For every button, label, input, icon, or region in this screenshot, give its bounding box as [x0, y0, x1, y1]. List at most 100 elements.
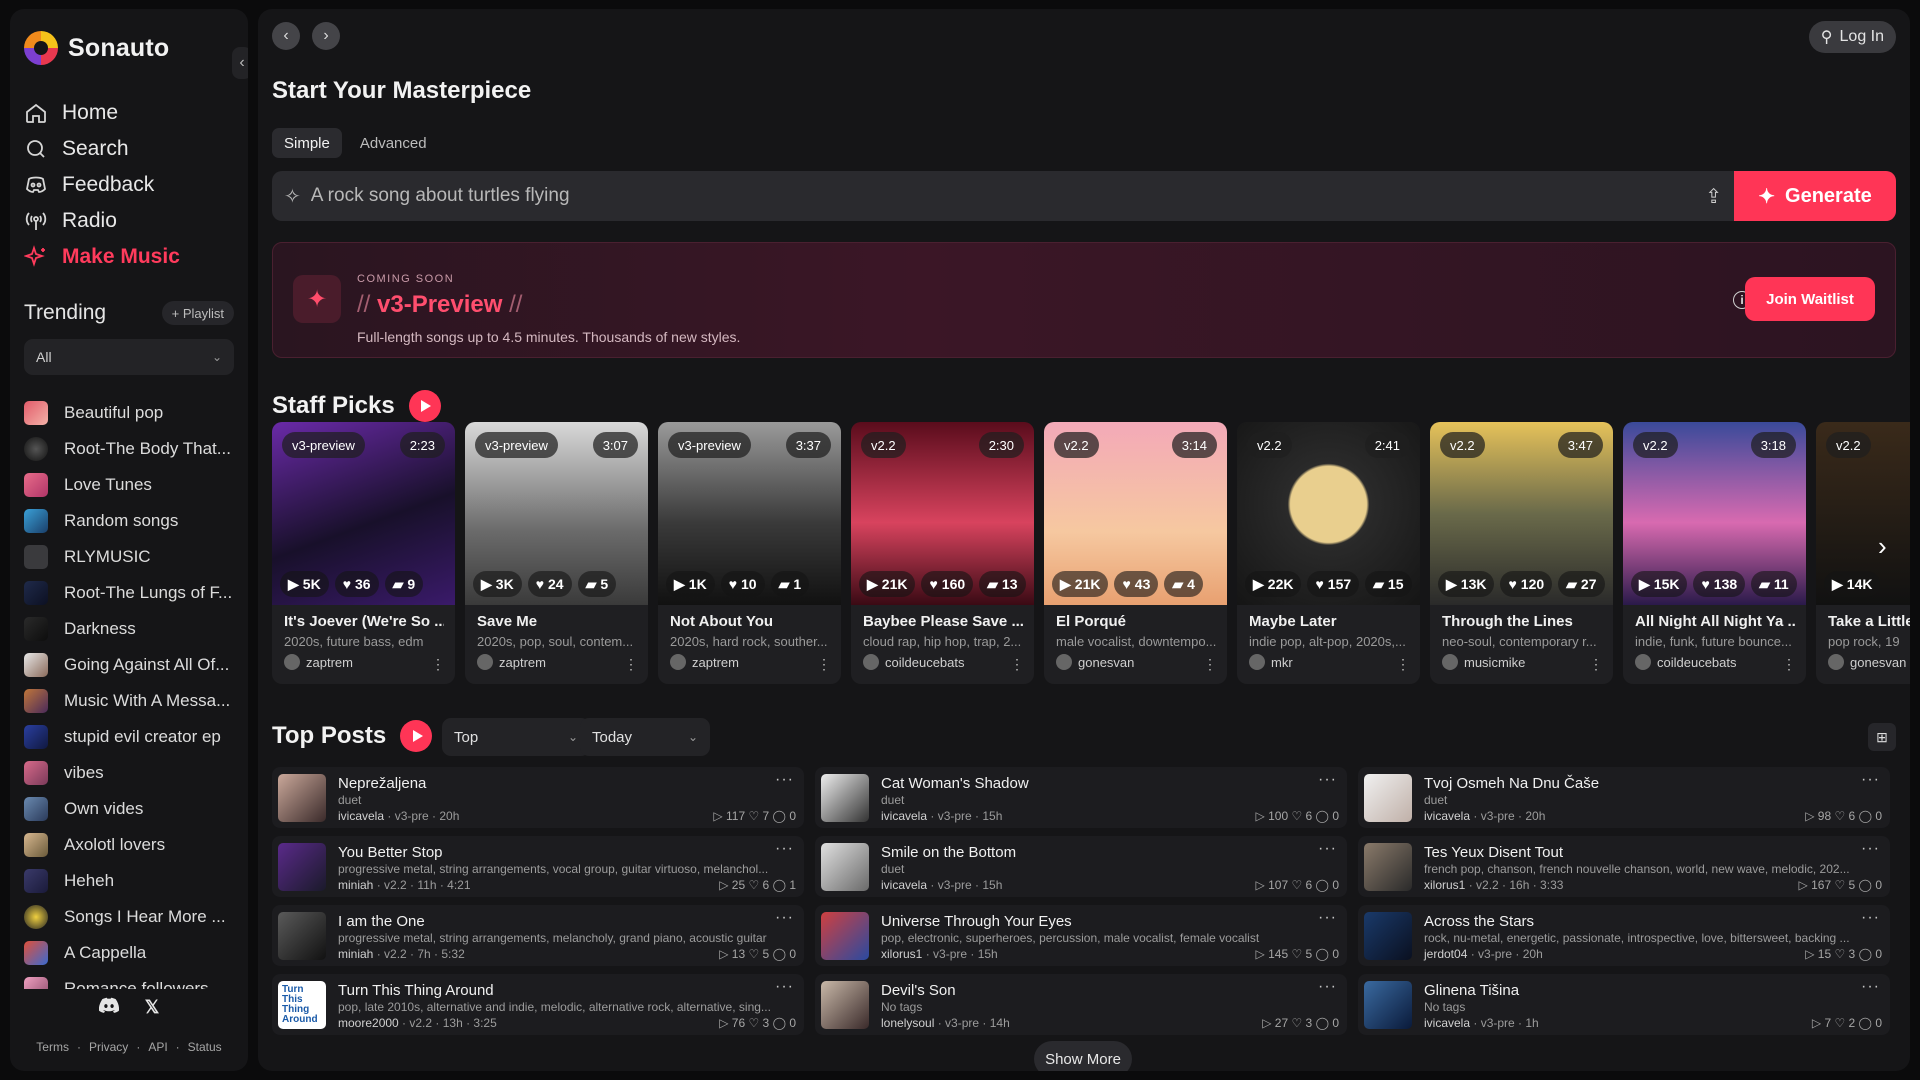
song-card[interactable]: v2.2 ▶ 14K Take a Little pop rock, 19 gonesva… — [1816, 422, 1910, 684]
more-options-icon[interactable]: ⋮ — [1396, 656, 1410, 673]
more-options-icon[interactable]: ⋮ — [624, 656, 638, 673]
post-row[interactable]: Glinena Tišina No tags ivicavela · v3-pre … — [1358, 974, 1890, 1035]
post-author[interactable]: xilorus1 — [1424, 878, 1465, 892]
song-author[interactable]: coildeucebats — [863, 654, 965, 670]
song-author[interactable]: zaptrem — [477, 654, 546, 670]
forward-button[interactable]: › — [312, 22, 340, 50]
post-author[interactable]: miniah — [338, 947, 373, 961]
post-row[interactable]: Across the Stars rock, nu-metal, energeti… — [1358, 905, 1890, 966]
trending-item[interactable]: Root-The Lungs of F... — [24, 575, 244, 611]
post-title[interactable]: Devil's Son — [881, 982, 956, 999]
more-options-icon[interactable]: ··· — [1861, 978, 1880, 996]
song-title[interactable]: Maybe Later — [1249, 613, 1409, 630]
song-cover[interactable]: v2.2 ▶ 14K — [1816, 422, 1910, 605]
more-options-icon[interactable]: ··· — [775, 771, 794, 789]
collapse-sidebar-button[interactable]: ‹ — [232, 47, 248, 79]
trending-item[interactable]: Heheh — [24, 863, 244, 899]
more-options-icon[interactable]: ··· — [1318, 909, 1337, 927]
trending-item[interactable]: Love Tunes — [24, 467, 244, 503]
trending-item[interactable]: vibes — [24, 755, 244, 791]
prompt-input[interactable] — [310, 185, 1411, 207]
more-options-icon[interactable]: ··· — [775, 909, 794, 927]
trending-item[interactable]: Romance followers — [24, 971, 244, 989]
trending-item[interactable]: Beautiful pop — [24, 395, 244, 431]
trending-item[interactable]: Root-The Body That... — [24, 431, 244, 467]
post-author[interactable]: moore2000 — [338, 1016, 399, 1030]
nav-item-home[interactable]: Home — [24, 95, 180, 131]
trending-item[interactable]: Going Against All Of... — [24, 647, 244, 683]
join-waitlist-button[interactable]: Join Waitlist — [1745, 277, 1875, 321]
song-cover[interactable]: v3-preview 3:37 ▶ 1K ♥ 10 ▰ 1 — [658, 422, 841, 605]
post-title[interactable]: Tes Yeux Disent Tout — [1424, 844, 1563, 861]
more-options-icon[interactable]: ⋮ — [1010, 656, 1024, 673]
post-cover[interactable] — [278, 843, 326, 891]
login-button[interactable]: ⚲ Log In — [1808, 21, 1896, 53]
post-row[interactable]: I am the One progressive metal, string ar… — [272, 905, 804, 966]
song-title[interactable]: El Porqué — [1056, 613, 1216, 630]
trending-item[interactable]: RLYMUSIC — [24, 539, 244, 575]
trending-item[interactable]: Random songs — [24, 503, 244, 539]
trending-item[interactable]: Darkness — [24, 611, 244, 647]
more-options-icon[interactable]: ··· — [775, 840, 794, 858]
post-title[interactable]: Universe Through Your Eyes — [881, 913, 1072, 930]
post-author[interactable]: ivicavela — [881, 878, 927, 892]
play-icon[interactable] — [408, 390, 441, 422]
song-cover[interactable]: v2.2 3:14 ▶ 21K ♥ 43 ▰ 4 — [1044, 422, 1227, 605]
upload-icon[interactable]: ⇪ — [1705, 184, 1722, 209]
post-row[interactable]: You Better Stop progressive metal, string… — [272, 836, 804, 897]
post-cover[interactable] — [278, 912, 326, 960]
song-cover[interactable]: v3-preview 2:23 ▶ 5K ♥ 36 ▰ 9 — [272, 422, 455, 605]
song-card[interactable]: v2.2 2:30 ▶ 21K ♥ 160 ▰ 13 Baybee Please Save ..… — [851, 422, 1034, 684]
post-cover[interactable]: Turn This Thing Around — [278, 981, 326, 1029]
song-title[interactable]: It's Joever (We're So ... — [284, 613, 444, 630]
add-playlist-button[interactable]: + Playlist — [161, 301, 234, 325]
time-range-select[interactable]: Today ⌄ — [580, 718, 710, 756]
post-row[interactable]: Universe Through Your Eyes pop, electroni… — [815, 905, 1347, 966]
post-row[interactable]: Devil's Son No tags lonelysoul · v3-pre · … — [815, 974, 1347, 1035]
back-button[interactable]: ‹ — [272, 22, 300, 50]
post-cover[interactable] — [1364, 843, 1412, 891]
more-options-icon[interactable]: ⋮ — [431, 656, 445, 673]
song-card[interactable]: v2.2 3:14 ▶ 21K ♥ 43 ▰ 4 El Porqué male vocalist,… — [1044, 422, 1227, 684]
tab-advanced[interactable]: Advanced — [348, 128, 439, 158]
song-card[interactable]: v2.2 2:41 ▶ 22K ♥ 157 ▰ 15 Maybe Later indie pop,… — [1237, 422, 1420, 684]
song-card[interactable]: v3-preview 2:23 ▶ 5K ♥ 36 ▰ 9 It's Joever (We're… — [272, 422, 455, 684]
more-options-icon[interactable]: ··· — [1318, 978, 1337, 996]
discord-icon[interactable] — [98, 997, 119, 1018]
grid-view-icon[interactable]: ⊞ — [1868, 723, 1896, 751]
post-row[interactable]: Tvoj Osmeh Na Dnu Čaše duet ivicavela · v3… — [1358, 767, 1890, 828]
sort-select[interactable]: Top ⌄ — [442, 718, 590, 756]
song-title[interactable]: All Night All Night Ya ... — [1635, 613, 1795, 630]
post-row[interactable]: Cat Woman's Shadow duet ivicavela · v3-pre… — [815, 767, 1347, 828]
more-options-icon[interactable]: ··· — [1861, 771, 1880, 789]
x-twitter-icon[interactable]: 𝕏 — [145, 997, 160, 1018]
post-author[interactable]: ivicavela — [881, 809, 927, 823]
post-cover[interactable] — [821, 981, 869, 1029]
post-row[interactable]: Neprežaljena duet ivicavela · v3-pre · 20h… — [272, 767, 804, 828]
more-options-icon[interactable]: ··· — [1318, 840, 1337, 858]
song-author[interactable]: musicmike — [1442, 654, 1525, 670]
post-row[interactable]: Turn This Thing Around Turn This Thing Ar… — [272, 974, 804, 1035]
show-more-button[interactable]: Show More — [1034, 1041, 1132, 1071]
post-title[interactable]: Across the Stars — [1424, 913, 1534, 930]
post-author[interactable]: ivicavela — [1424, 809, 1470, 823]
trending-item[interactable]: Songs I Hear More ... — [24, 899, 244, 935]
song-author[interactable]: gonesvan — [1056, 654, 1134, 670]
more-options-icon[interactable]: ⋮ — [1782, 656, 1796, 673]
post-title[interactable]: I am the One — [338, 913, 425, 930]
post-author[interactable]: ivicavela — [1424, 1016, 1470, 1030]
more-options-icon[interactable]: ··· — [1861, 909, 1880, 927]
post-title[interactable]: Glinena Tišina — [1424, 982, 1519, 999]
song-cover[interactable]: v2.2 3:47 ▶ 13K ♥ 120 ▰ 27 — [1430, 422, 1613, 605]
more-options-icon[interactable]: ··· — [1318, 771, 1337, 789]
post-row[interactable]: Tes Yeux Disent Tout french pop, chanson,… — [1358, 836, 1890, 897]
song-card[interactable]: v3-preview 3:07 ▶ 3K ♥ 24 ▰ 5 Save Me 2020s, pop,… — [465, 422, 648, 684]
generate-button[interactable]: ✦ Generate — [1734, 171, 1896, 221]
post-cover[interactable] — [1364, 774, 1412, 822]
song-author[interactable]: coildeucebats — [1635, 654, 1737, 670]
tab-simple[interactable]: Simple — [272, 128, 342, 158]
song-cover[interactable]: v2.2 2:30 ▶ 21K ♥ 160 ▰ 13 — [851, 422, 1034, 605]
song-author[interactable]: gonesvan — [1828, 654, 1906, 670]
terms-link[interactable]: Terms — [36, 1040, 69, 1054]
song-card[interactable]: v2.2 3:47 ▶ 13K ♥ 120 ▰ 27 Through the Lines neo-… — [1430, 422, 1613, 684]
